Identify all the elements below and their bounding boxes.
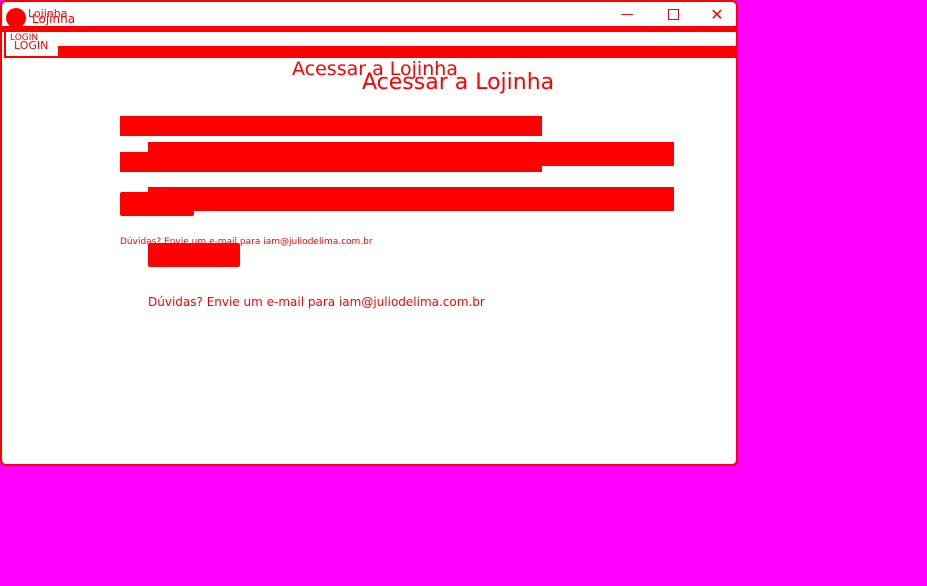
tab-login[interactable]: LOGIN LOGIN (4, 32, 58, 58)
tab-login-label: LOGIN (14, 39, 49, 52)
username-input[interactable] (148, 142, 674, 166)
help-email-link[interactable]: iam@juliodelima.com.br (339, 295, 485, 309)
tab-bar-top (2, 26, 736, 32)
password-input[interactable] (148, 187, 674, 211)
page-title: Acessar a Lojinha (362, 70, 555, 95)
close-icon: ✕ (710, 5, 724, 24)
login-button[interactable] (148, 243, 240, 267)
username-field-ghost (120, 116, 542, 136)
submit-button-ghost (120, 192, 194, 216)
help-text: Dúvidas? Envie um e-mail para iam@juliod… (148, 295, 485, 309)
help-text-label: Dúvidas? Envie um e-mail para (148, 295, 336, 309)
app-logo-icon (6, 8, 26, 28)
minimize-icon: — (620, 7, 634, 22)
minimize-button[interactable]: — (610, 6, 644, 26)
maximize-icon (667, 9, 679, 20)
close-button[interactable]: ✕ (700, 6, 734, 26)
maximize-button[interactable] (656, 6, 690, 26)
window-title: Lojinha (32, 12, 76, 26)
tab-bar-strip (58, 46, 736, 58)
app-window: Lojinha Lojinha — ✕ LOGIN LOGIN Acessar … (0, 0, 738, 466)
